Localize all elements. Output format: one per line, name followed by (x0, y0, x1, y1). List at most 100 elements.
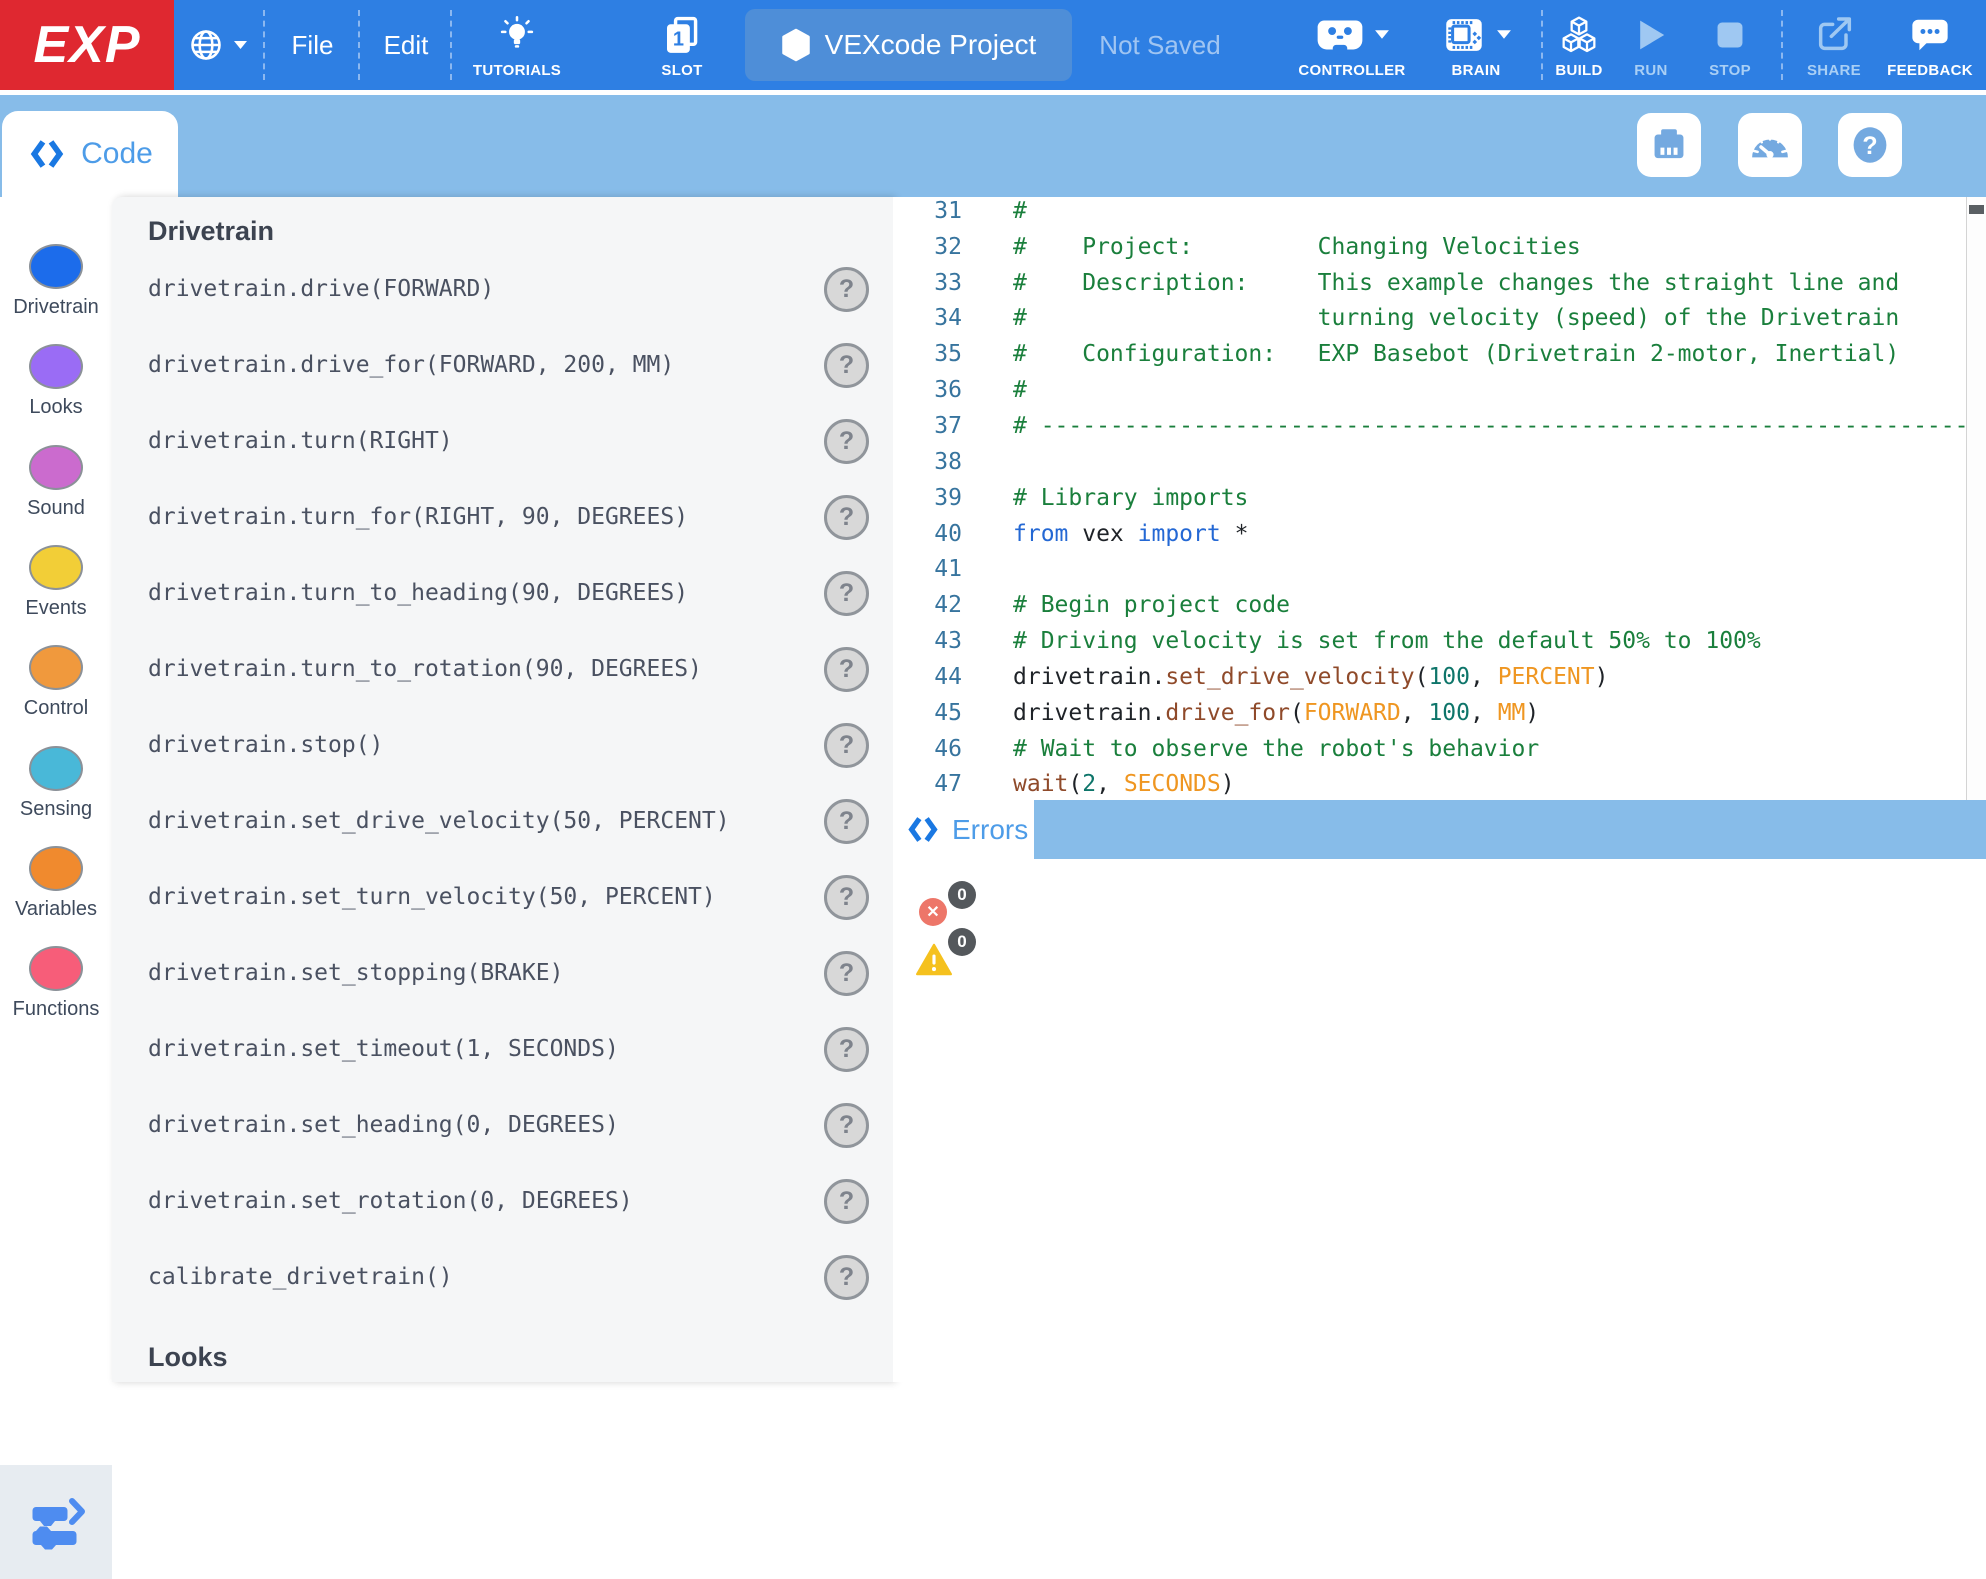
line-content: # Driving velocity is set from the defau… (962, 628, 1761, 654)
line-number: 43 (893, 628, 962, 654)
sidebar-category-looks[interactable]: Looks (0, 344, 112, 440)
command-help-button[interactable]: ? (824, 723, 869, 768)
palette-command-row[interactable]: drivetrain.stop() ? (112, 707, 893, 783)
tutorials-button[interactable]: TUTORIALS (458, 0, 576, 90)
palette-command-text: drivetrain.turn_for(RIGHT, 90, DEGREES) (148, 504, 824, 530)
command-help-button[interactable]: ? (824, 571, 869, 616)
slot-button[interactable]: 1 SLOT (628, 0, 736, 90)
palette-section-title: Drivetrain (148, 211, 893, 251)
blocks-chevron-icon (24, 1493, 88, 1551)
menu-file[interactable]: File (270, 0, 355, 90)
palette-command-row[interactable]: drivetrain.set_stopping(BRAKE) ? (112, 935, 893, 1011)
palette-rows: drivetrain.drive(FORWARD) ? drivetrain.d… (112, 251, 893, 1315)
code-line: 41 (893, 551, 1986, 587)
command-help-button[interactable]: ? (824, 1103, 869, 1148)
command-help-button[interactable]: ? (824, 1179, 869, 1224)
line-number: 34 (893, 305, 962, 331)
code-line: 39 # Library imports (893, 480, 1986, 516)
command-help-button[interactable]: ? (824, 951, 869, 996)
category-color-circle (29, 244, 83, 289)
palette-command-row[interactable]: drivetrain.drive_for(FORWARD, 200, MM) ? (112, 327, 893, 403)
command-help-button[interactable]: ? (824, 875, 869, 920)
category-label: Events (25, 597, 86, 620)
line-number: 35 (893, 341, 962, 367)
palette-section-title: Looks (148, 1337, 893, 1377)
sidebar-category-control[interactable]: Control (0, 645, 112, 741)
menu-edit[interactable]: Edit (365, 0, 447, 90)
line-number: 33 (893, 270, 962, 296)
device-info-button[interactable] (1637, 113, 1701, 177)
command-help-button[interactable]: ? (824, 343, 869, 388)
switch-to-blocks-button[interactable] (0, 1465, 112, 1579)
command-help-button[interactable]: ? (824, 267, 869, 312)
editor-scrollbar[interactable] (1966, 197, 1986, 800)
chevron-down-icon (1496, 29, 1512, 41)
question-mark-icon: ? (839, 655, 854, 684)
tab-code[interactable]: Code (2, 111, 178, 197)
command-help-button[interactable]: ? (824, 799, 869, 844)
line-content: # Library imports (962, 485, 1248, 511)
dashboard-button[interactable] (1738, 113, 1802, 177)
palette-command-row[interactable]: drivetrain.set_turn_velocity(50, PERCENT… (112, 859, 893, 935)
controller-icon (1315, 15, 1365, 55)
language-menu[interactable] (176, 0, 260, 90)
question-mark-icon: ? (839, 1035, 854, 1064)
editor-scrollbar-thumb[interactable] (1969, 205, 1984, 214)
hexagon-icon (781, 28, 811, 62)
line-content: # (962, 377, 1027, 403)
category-color-circle (29, 846, 83, 891)
sidebar-category-events[interactable]: Events (0, 545, 112, 641)
sidebar-category-variables[interactable]: Variables (0, 846, 112, 942)
category-label: Functions (13, 998, 100, 1021)
exp-logo: EXP (0, 0, 174, 90)
category-color-circle (29, 545, 83, 590)
command-help-button[interactable]: ? (824, 647, 869, 692)
help-button[interactable]: ? (1838, 113, 1902, 177)
code-line: 42 # Begin project code (893, 587, 1986, 623)
palette-command-row[interactable]: calibrate_drivetrain() ? (112, 1239, 893, 1315)
code-chevrons-icon (905, 816, 941, 843)
line-number: 37 (893, 413, 962, 439)
palette-command-row[interactable]: drivetrain.set_drive_velocity(50, PERCEN… (112, 783, 893, 859)
line-number: 39 (893, 485, 962, 511)
palette-command-row[interactable]: drivetrain.drive(FORWARD) ? (112, 251, 893, 327)
tab-errors[interactable]: Errors (893, 800, 1034, 859)
line-number: 42 (893, 592, 962, 618)
category-label: Control (24, 697, 88, 720)
palette-command-row[interactable]: drivetrain.turn_to_rotation(90, DEGREES)… (112, 631, 893, 707)
line-number: 31 (893, 198, 962, 224)
question-circle-icon: ? (1849, 124, 1891, 166)
project-name: VEXcode Project (825, 29, 1037, 61)
controller-menu[interactable]: CONTROLLER (1278, 0, 1426, 90)
palette-command-row[interactable]: drivetrain.set_rotation(0, DEGREES) ? (112, 1163, 893, 1239)
question-mark-icon: ? (839, 959, 854, 988)
sidebar-category-drivetrain[interactable]: Drivetrain (0, 244, 112, 340)
brain-menu[interactable]: BRAIN (1418, 0, 1534, 90)
question-mark-icon: ? (839, 427, 854, 456)
palette-command-row[interactable]: drivetrain.turn_to_heading(90, DEGREES) … (112, 555, 893, 631)
sidebar-category-functions[interactable]: Functions (0, 946, 112, 1042)
toolbar-separator (450, 10, 452, 80)
palette-command-row[interactable]: drivetrain.turn_for(RIGHT, 90, DEGREES) … (112, 479, 893, 555)
command-help-button[interactable]: ? (824, 1027, 869, 1072)
category-color-circle (29, 946, 83, 991)
palette-command-row[interactable]: drivetrain.set_heading(0, DEGREES) ? (112, 1087, 893, 1163)
palette-command-row[interactable]: drivetrain.set_timeout(1, SECONDS) ? (112, 1011, 893, 1087)
line-content: # --------------------------------------… (962, 413, 1986, 439)
command-help-button[interactable]: ? (824, 1255, 869, 1300)
command-help-button[interactable]: ? (824, 419, 869, 464)
error-icon: ✕ (919, 898, 947, 926)
code-editor[interactable]: 31 # 32 # Project: Changing Velocities 3… (893, 197, 1986, 800)
sidebar-category-sensing[interactable]: Sensing (0, 746, 112, 842)
palette-command-row[interactable]: drivetrain.turn(RIGHT) ? (112, 403, 893, 479)
svg-text:1: 1 (673, 29, 684, 51)
code-line: 45 drivetrain.drive_for(FORWARD, 100, MM… (893, 695, 1986, 731)
command-help-button[interactable]: ? (824, 495, 869, 540)
code-lines: 31 # 32 # Project: Changing Velocities 3… (893, 197, 1986, 800)
project-name-button[interactable]: VEXcode Project (745, 9, 1072, 81)
build-button[interactable]: BUILD (1545, 0, 1613, 90)
feedback-button[interactable]: FEEDBACK (1882, 0, 1978, 90)
sidebar-category-sound[interactable]: Sound (0, 445, 112, 541)
code-line: 44 drivetrain.set_drive_velocity(100, PE… (893, 659, 1986, 695)
code-line: 33 # Description: This example changes t… (893, 265, 1986, 301)
